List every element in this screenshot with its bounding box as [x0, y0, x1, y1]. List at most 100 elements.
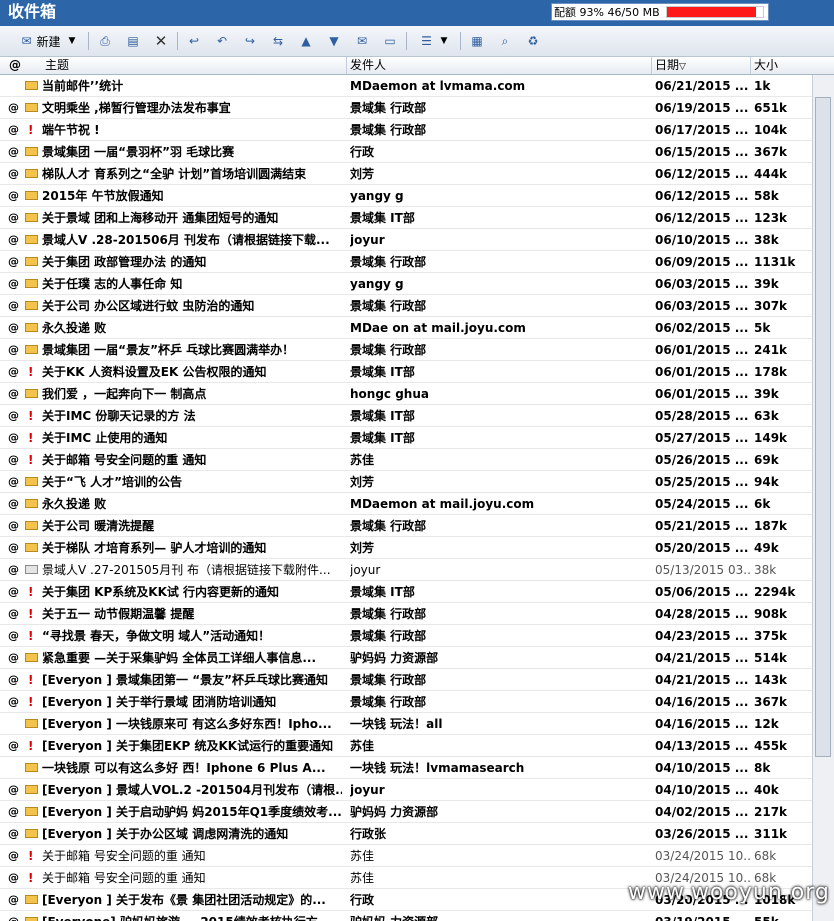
next-button[interactable]: ▼ — [324, 31, 344, 51]
table-row[interactable]: @ [Everyone] 驴妈妈旅游 — 2015绩效考核执行方... 驴妈妈 力资… — [0, 911, 812, 921]
email-subject[interactable]: 梯队人才 育系列之“全驴 计划”首场培训圆满结束 — [42, 163, 342, 185]
email-subject[interactable]: 永久投递 败 — [42, 317, 342, 339]
email-subject[interactable]: 当前邮件’’统计 — [42, 75, 342, 97]
email-subject[interactable]: 关于IMC 止使用的通知 — [42, 427, 342, 449]
email-subject[interactable]: 关于集团 KP系统及KK试 行内容更新的通知 — [42, 581, 342, 603]
email-subject[interactable]: 关于景域 团和上海移动开 通集团短号的通知 — [42, 207, 342, 229]
email-subject[interactable]: [Everyon ] 一块钱原来可 有这么多好东西！Ipho... — [42, 713, 342, 735]
reply-all-button[interactable]: ↶ — [212, 31, 232, 51]
email-subject[interactable]: [Everyone] 驴妈妈旅游 — 2015绩效考核执行方... — [42, 911, 342, 921]
subject-column-header[interactable]: 主题 — [42, 57, 346, 74]
scrollbar[interactable] — [812, 75, 834, 921]
email-subject[interactable]: 文明乘坐 ,梯暂行管理办法发布事宜 — [42, 97, 342, 119]
table-row[interactable]: [Everyon ] 一块钱原来可 有这么多好东西！Ipho... 一块钱 玩法！… — [0, 713, 812, 735]
email-subject[interactable]: 关于五一 动节假期温馨 提醒 — [42, 603, 342, 625]
sender-column-header[interactable]: 发件人 — [346, 57, 651, 74]
forward-button[interactable]: ↪ — [240, 31, 260, 51]
email-subject[interactable]: [Everyon ] 关于发布《景 集团社团活动规定》的... — [42, 889, 342, 911]
email-subject[interactable]: 关于邮箱 号安全问题的重 通知 — [42, 845, 342, 867]
email-subject[interactable]: 一块钱原 可以有这么多好 西！Iphone 6 Plus A... — [42, 757, 342, 779]
previous-button[interactable]: ▲ — [296, 31, 316, 51]
table-row[interactable]: 一块钱原 可以有这么多好 西！Iphone 6 Plus A... 一块钱 玩法！… — [0, 757, 812, 779]
print-button[interactable]: ⎙ — [95, 31, 115, 51]
table-row[interactable]: @! 关于邮箱 号安全问题的重 通知 苏佳 03/24/2015 10... 68k — [0, 845, 812, 867]
table-row[interactable]: @ 关于景域 团和上海移动开 通集团短号的通知 景域集 IT部 06/12/2015 … — [0, 207, 812, 229]
email-subject[interactable]: [Everyon ] 关于举行景域 团消防培训通知 — [42, 691, 342, 713]
table-row[interactable]: @ 关于公司 办公区域进行蚊 虫防治的通知 景域集 行政部 06/03/2015 ..… — [0, 295, 812, 317]
table-row[interactable]: @ 文明乘坐 ,梯暂行管理办法发布事宜 景域集 行政部 06/19/2015 ... 6… — [0, 97, 812, 119]
table-row[interactable]: @ 关于梯队 才培育系列— 驴人才培训的通知 刘芳 05/20/2015 ... 49k — [0, 537, 812, 559]
view-button[interactable]: ☰ ▼ — [412, 31, 454, 51]
email-subject[interactable]: [Everyon ] 景域集团第一 “景友”杯乒乓球比赛通知 — [42, 669, 342, 691]
table-row[interactable]: @! [Everyon ] 景域集团第一 “景友”杯乒乓球比赛通知 景域集 行政部 0… — [0, 669, 812, 691]
table-row[interactable]: @! “寻找景 春天，争做文明 域人”活动通知！ 景域集 行政部 04/23/2015… — [0, 625, 812, 647]
size-column-header[interactable]: 大小 — [750, 57, 834, 74]
table-row[interactable]: @ 景域人V .27-201505月刊 布（请根据链接下载附件... joyur 05… — [0, 559, 812, 581]
reply-button[interactable]: ↩ — [184, 31, 204, 51]
email-subject[interactable]: 关于IMC 份聊天记录的方 法 — [42, 405, 342, 427]
email-subject[interactable]: 关于梯队 才培育系列— 驴人才培训的通知 — [42, 537, 342, 559]
email-subject[interactable]: [Everyon ] 关于集团EKP 统及KK试运行的重要通知 — [42, 735, 342, 757]
table-row[interactable]: @! 关于KK 人资料设置及EK 公告权限的通知 景域集 IT部 06/01/2015… — [0, 361, 812, 383]
table-row[interactable]: @! 关于IMC 份聊天记录的方 法景域集 IT部 05/28/2015 ... 63… — [0, 405, 812, 427]
email-subject[interactable]: 关于任璞 志的人事任命 知 — [42, 273, 342, 295]
attachment-column-header[interactable]: @ — [6, 57, 21, 74]
email-subject[interactable]: 景域人V .27-201505月刊 布（请根据链接下载附件... — [42, 559, 342, 581]
source-button[interactable]: ▭ — [380, 31, 400, 51]
email-subject[interactable]: 2015年 午节放假通知 — [42, 185, 342, 207]
email-subject[interactable]: [Everyon ] 关于启动驴妈 妈2015年Q1季度绩效考... — [42, 801, 342, 823]
table-row[interactable]: @ 永久投递 败 MDae on at mail.joyu.com 06/02/201… — [0, 317, 812, 339]
delete-button[interactable]: ✕ — [151, 31, 171, 51]
email-subject[interactable]: 我们爱 ，一起奔向下一 制高点 — [42, 383, 342, 405]
table-row[interactable]: @ [Everyon ] 关于办公区域 调虑网清洗的通知 行政张 03/26/2015… — [0, 823, 812, 845]
table-row[interactable]: @! 关于IMC 止使用的通知 景域集 IT部 05/27/2015 ... 149k — [0, 427, 812, 449]
email-subject[interactable]: 关于“飞 人才”培训的公告 — [42, 471, 342, 493]
move-button[interactable]: ▤ — [123, 31, 143, 51]
email-subject[interactable]: 关于邮箱 号安全问题的重 通知 — [42, 867, 342, 889]
table-row[interactable]: @ 关于“飞 人才”培训的公告 刘芳 05/25/2015 ... 94k — [0, 471, 812, 493]
table-row[interactable]: 当前邮件’’统计 MDaemon at lvmama.com 06/21/2015 … — [0, 75, 812, 97]
table-row[interactable]: @ 紧急重要 —关于采集驴妈 全体员工详细人事信息... 驴妈妈 力资源部 04/21… — [0, 647, 812, 669]
email-subject[interactable]: 关于公司 办公区域进行蚊 虫防治的通知 — [42, 295, 342, 317]
table-row[interactable]: @ 我们爱 ，一起奔向下一 制高点 hongc ghua 06/01/2015 ...… — [0, 383, 812, 405]
table-row[interactable]: @ [Everyon ] 关于启动驴妈 妈2015年Q1季度绩效考... 驴妈妈 力… — [0, 801, 812, 823]
table-row[interactable]: @ 永久投递 败 MDaemon at mail.joyu.com 05/24/201… — [0, 493, 812, 515]
email-subject[interactable]: [Everyon ] 景域人VOL.2 -201504月刊发布（请根... — [42, 779, 342, 801]
table-row[interactable]: @! 关于五一 动节假期温馨 提醒 景域集 行政部 04/28/2015 ... 908… — [0, 603, 812, 625]
email-subject[interactable]: 紧急重要 —关于采集驴妈 全体员工详细人事信息... — [42, 647, 342, 669]
search-button[interactable]: ⌕ — [495, 31, 515, 51]
table-row[interactable]: @! [Everyon ] 关于举行景域 团消防培训通知 景域集 行政部 04/16/… — [0, 691, 812, 713]
table-row[interactable]: @! [Everyon ] 关于集团EKP 统及KK试运行的重要通知 苏佳 04/13… — [0, 735, 812, 757]
send-receive-button[interactable]: ⇆ — [268, 31, 288, 51]
email-subject[interactable]: 景域人V .28-201506月 刊发布（请根据链接下载... — [42, 229, 342, 251]
email-subject[interactable]: 关于公司 暖清洗提醒 — [42, 515, 342, 537]
table-row[interactable]: @! 关于邮箱 号安全问题的重 通知 苏佳 05/26/2015 ... 69k — [0, 449, 812, 471]
date-column-header[interactable]: 日期▽ — [651, 57, 750, 74]
table-row[interactable]: @! 端午节祝 ! 景域集 行政部 06/17/2015 ... 104k — [0, 119, 812, 141]
table-row[interactable]: @ [Everyon ] 景域人VOL.2 -201504月刊发布（请根... jo… — [0, 779, 812, 801]
email-subject[interactable]: [Everyon ] 关于办公区域 调虑网清洗的通知 — [42, 823, 342, 845]
table-row[interactable]: @ 景域集团 一届“景友”杯乒 乓球比赛圆满举办！ 景域集 行政部 06/01/201… — [0, 339, 812, 361]
chevron-down-icon[interactable]: ▼ — [441, 36, 448, 46]
chevron-down-icon[interactable]: ▼ — [69, 36, 76, 46]
email-subject[interactable]: 端午节祝 ! — [42, 119, 342, 141]
email-subject[interactable]: 关于集团 政部管理办法 的通知 — [42, 251, 342, 273]
email-subject[interactable]: 关于邮箱 号安全问题的重 通知 — [42, 449, 342, 471]
mark-button[interactable]: ✉ — [352, 31, 372, 51]
table-row[interactable]: @! 关于集团 KP系统及KK试 行内容更新的通知 景域集 IT部 05/06/201… — [0, 581, 812, 603]
table-row[interactable]: @ 梯队人才 育系列之“全驴 计划”首场培训圆满结束 刘芳 06/12/2015 ..… — [0, 163, 812, 185]
scrollbar-thumb[interactable] — [815, 97, 831, 757]
email-subject[interactable]: 景域集团 一届“景羽杯”羽 毛球比赛 — [42, 141, 342, 163]
email-subject[interactable]: 景域集团 一届“景友”杯乒 乓球比赛圆满举办！ — [42, 339, 342, 361]
table-row[interactable]: @2015年 午节放假通知 yangy g 06/12/2015 ... 58k — [0, 185, 812, 207]
trash-button[interactable]: ♻ — [523, 31, 543, 51]
layout-button[interactable]: ▦ — [467, 31, 487, 51]
table-row[interactable]: @ 景域集团 一届“景羽杯”羽 毛球比赛 行政 06/15/2015 ... 367k — [0, 141, 812, 163]
table-row[interactable]: @ 关于公司 暖清洗提醒 景域集 行政部 05/21/2015 ... 187k — [0, 515, 812, 537]
email-subject[interactable]: 永久投递 败 — [42, 493, 342, 515]
email-subject[interactable]: “寻找景 春天，争做文明 域人”活动通知！ — [42, 625, 342, 647]
table-row[interactable]: @ 景域人V .28-201506月 刊发布（请根据链接下载... joyur 06/… — [0, 229, 812, 251]
email-subject[interactable]: 关于KK 人资料设置及EK 公告权限的通知 — [42, 361, 342, 383]
table-row[interactable]: @ 关于任璞 志的人事任命 知 yangy g 06/03/2015 ... 39k — [0, 273, 812, 295]
table-row[interactable]: @ 关于集团 政部管理办法 的通知 景域集 行政部 06/09/2015 ... 113… — [0, 251, 812, 273]
